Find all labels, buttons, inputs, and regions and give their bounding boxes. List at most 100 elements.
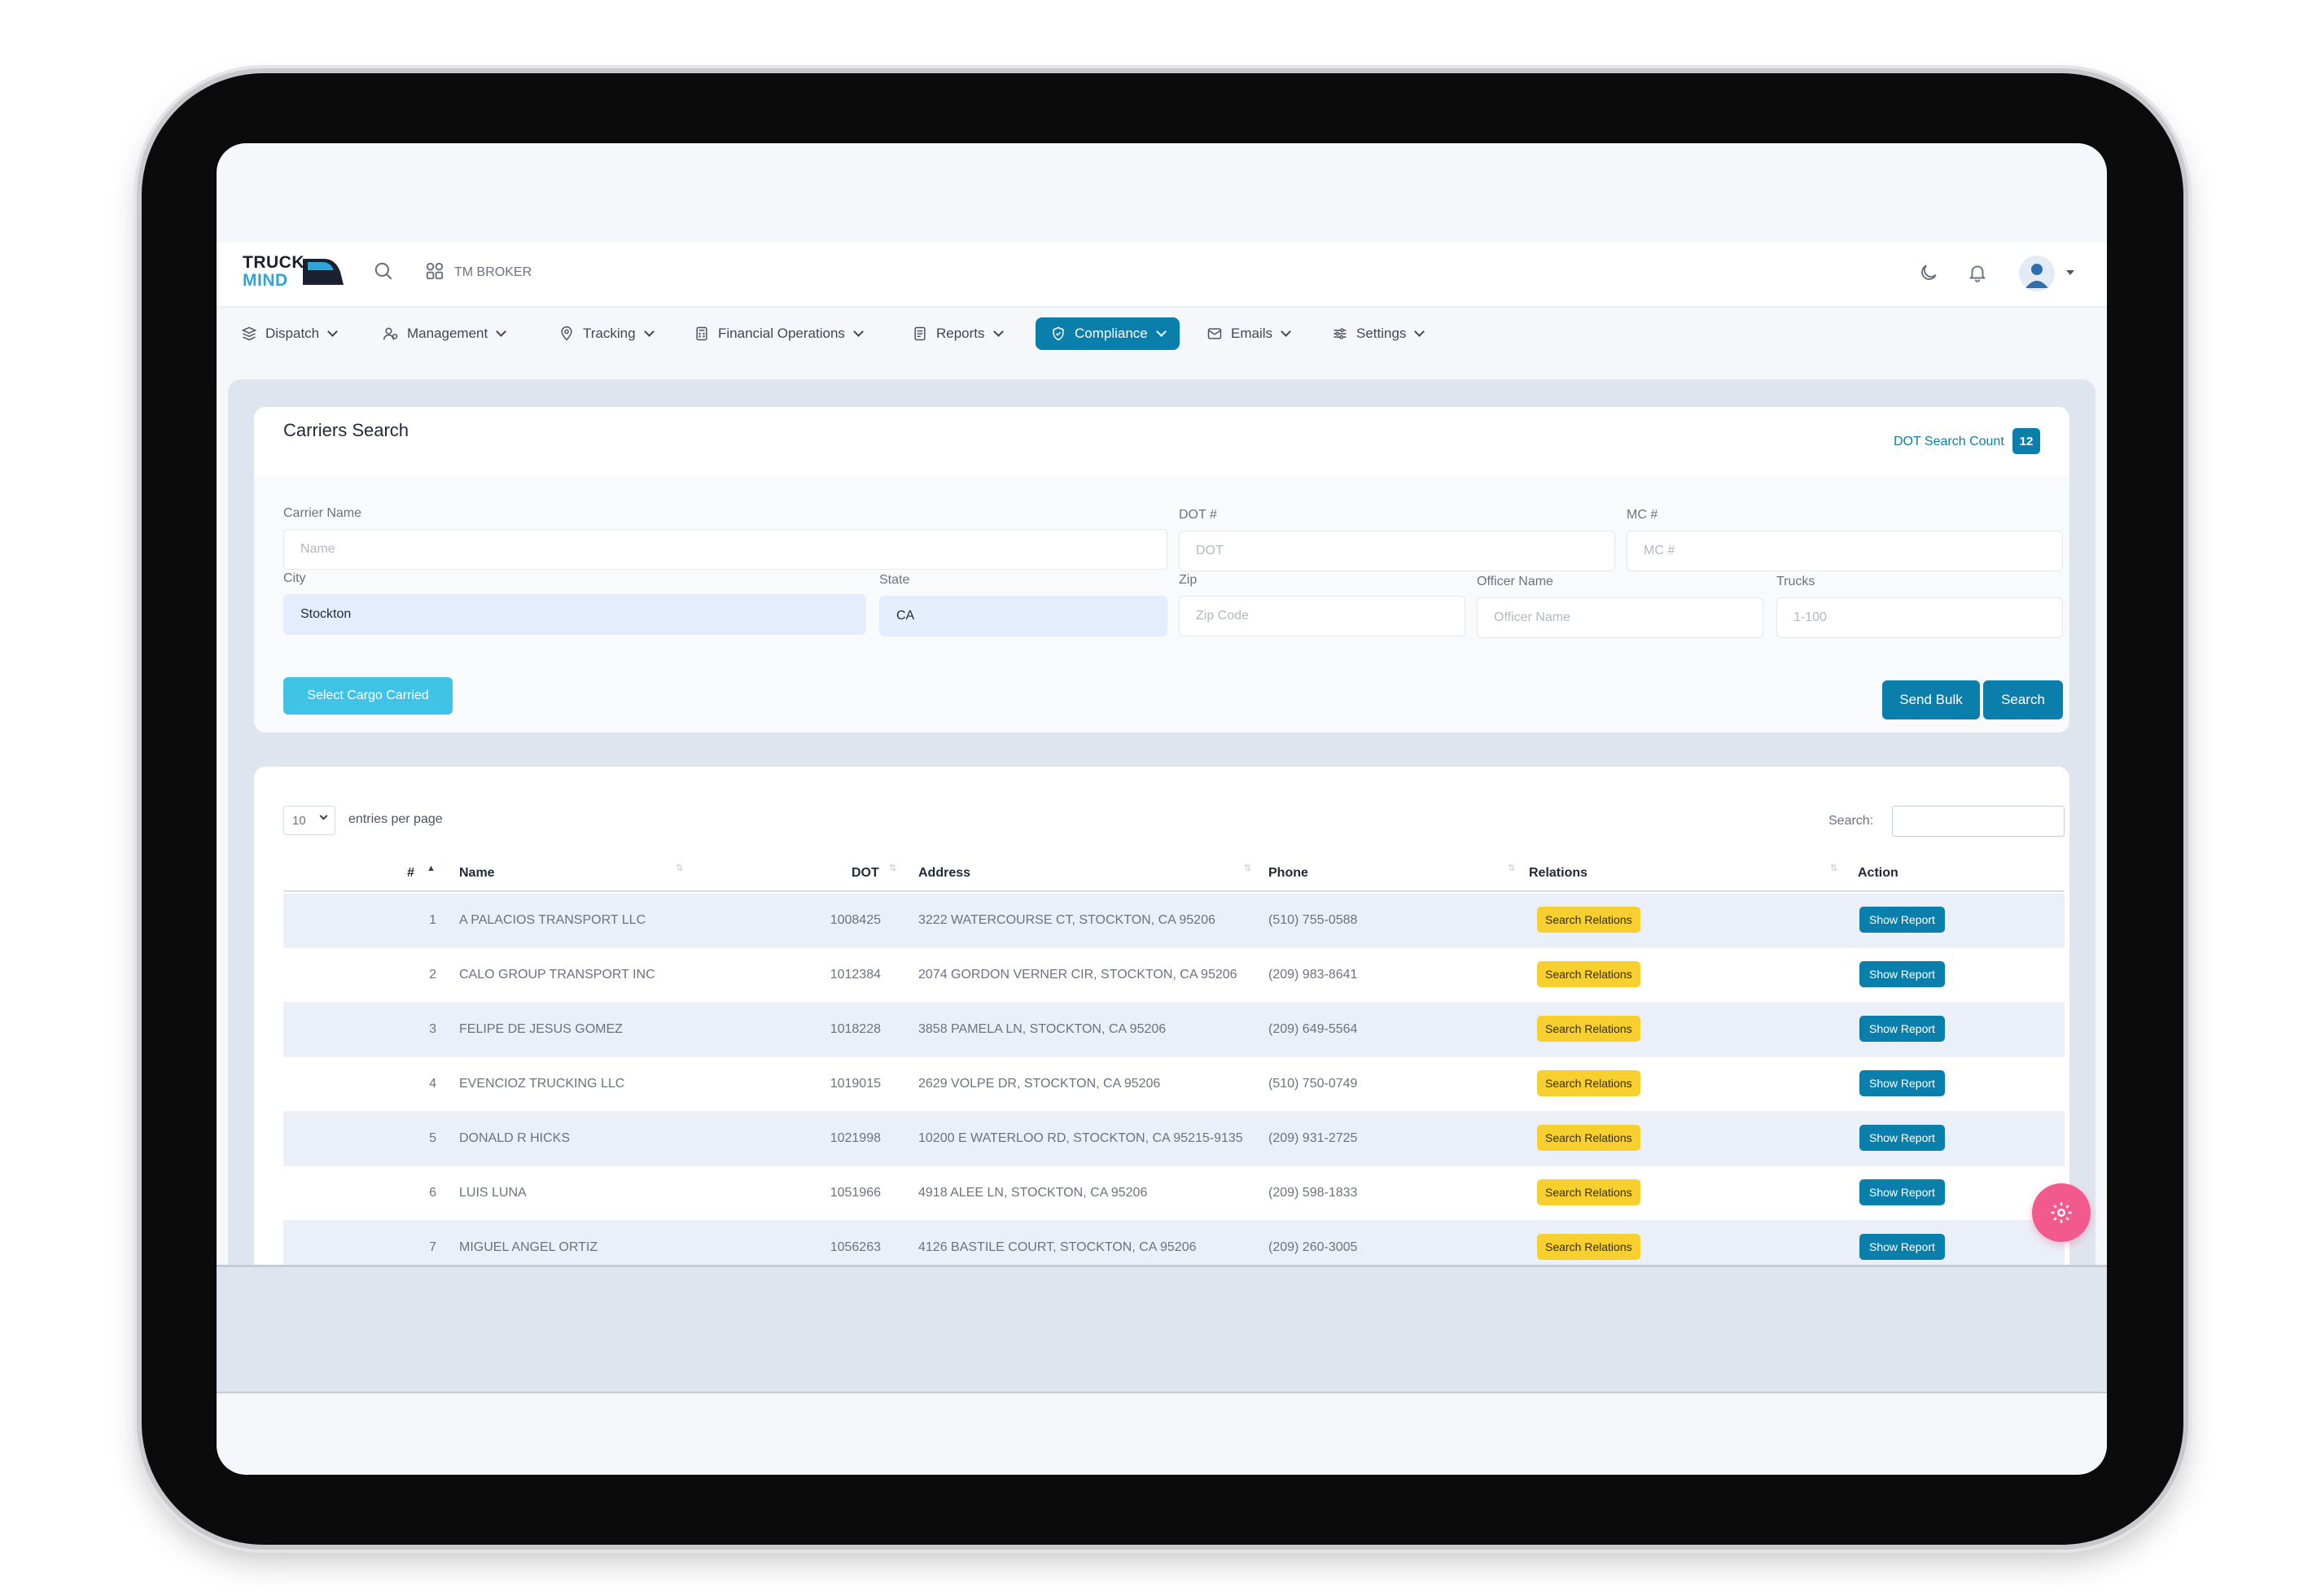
carrier-address: 2629 VOLPE DR, STOCKTON, CA 95206 <box>918 1077 1161 1091</box>
state-label: State <box>879 573 910 587</box>
settings-fab[interactable] <box>2032 1183 2091 1242</box>
carrier-name: FELIPE DE JESUS GOMEZ <box>459 1022 623 1036</box>
dispatch-icon <box>241 326 257 341</box>
shield-check-icon <box>1053 326 1064 341</box>
officer-name-input[interactable] <box>1477 597 1763 638</box>
user-menu-caret-icon[interactable] <box>2066 270 2074 275</box>
sort-dot-icon[interactable]: ⇅ <box>889 864 896 873</box>
nav-management[interactable]: Management <box>374 317 513 350</box>
show-report-button[interactable]: Show Report <box>1859 1179 1945 1205</box>
table-header: # ▲ Name ⇅ DOT ⇅ Address ⇅ Phone ⇅ Relat… <box>283 855 2065 892</box>
col-phone[interactable]: Phone <box>1268 866 1308 881</box>
row-number: 5 <box>429 1131 436 1145</box>
table-row: 1 A PALACIOS TRANSPORT LLC 1008425 3222 … <box>283 894 2065 948</box>
top-header: TRUCK MIND TM BROKER <box>217 243 2107 308</box>
carrier-dot: 1018228 <box>830 1022 881 1036</box>
main-nav: Dispatch Management Tracking Financial O… <box>217 309 2107 356</box>
broker-name[interactable]: TM BROKER <box>454 265 532 280</box>
dark-mode-icon[interactable] <box>1918 262 1939 287</box>
row-number: 1 <box>429 913 436 927</box>
nav-financial-operations[interactable]: Financial Operations <box>685 317 870 350</box>
dot-search-count-label: DOT Search Count <box>1894 435 2004 448</box>
card-header: Carriers Search DOT Search Count 12 <box>254 407 2069 475</box>
logo-text-top: TRUCK <box>243 253 304 272</box>
table-row: 2 CALO GROUP TRANSPORT INC 1012384 2074 … <box>283 948 2065 1003</box>
sort-address-icon[interactable]: ⇅ <box>1244 864 1251 873</box>
sort-asc-icon[interactable]: ▲ <box>427 864 436 873</box>
state-input[interactable] <box>879 596 1167 636</box>
nav-emails[interactable]: Emails <box>1198 317 1298 350</box>
carrier-address: 2074 GORDON VERNER CIR, STOCKTON, CA 952… <box>918 968 1237 982</box>
col-address[interactable]: Address <box>918 866 970 881</box>
send-bulk-button[interactable]: Send Bulk <box>1882 680 1980 719</box>
table-search-input[interactable] <box>1892 806 2065 837</box>
show-report-button[interactable]: Show Report <box>1859 1234 1945 1260</box>
nav-settings-label: Settings <box>1356 326 1407 341</box>
carrier-name: CALO GROUP TRANSPORT INC <box>459 968 655 982</box>
carrier-phone: (510) 750-0749 <box>1268 1077 1358 1091</box>
search-button[interactable]: Search <box>1983 680 2063 719</box>
zip-input[interactable] <box>1179 596 1465 636</box>
sort-relations-icon[interactable]: ⇅ <box>1830 864 1837 873</box>
col-number[interactable]: # <box>407 866 414 881</box>
table-row: 5 DONALD R HICKS 1021998 10200 E WATERLO… <box>283 1112 2065 1166</box>
carrier-name: LUIS LUNA <box>459 1186 527 1200</box>
user-avatar[interactable] <box>2019 256 2055 291</box>
entries-per-page-label: entries per page <box>348 812 443 826</box>
nav-reports[interactable]: Reports <box>904 317 1010 350</box>
carrier-name-input[interactable] <box>283 529 1167 570</box>
carriers-table-card: 10 entries per page Search: # ▲ Name ⇅ D… <box>254 767 2069 1288</box>
show-report-button[interactable]: Show Report <box>1859 1070 1945 1096</box>
show-report-button[interactable]: Show Report <box>1859 907 1945 933</box>
select-cargo-button[interactable]: Select Cargo Carried <box>283 677 453 715</box>
show-report-button[interactable]: Show Report <box>1859 1016 1945 1042</box>
company-switch-icon[interactable] <box>424 260 445 286</box>
nav-financial-label: Financial Operations <box>718 326 845 341</box>
mc-input[interactable] <box>1627 531 2063 571</box>
city-input[interactable] <box>283 594 866 635</box>
nav-settings[interactable]: Settings <box>1324 317 1431 350</box>
search-icon[interactable] <box>373 260 394 286</box>
table-search-label: Search: <box>1828 814 1874 828</box>
mc-label: MC # <box>1627 508 1658 522</box>
nav-emails-label: Emails <box>1231 326 1273 341</box>
col-name[interactable]: Name <box>459 866 495 881</box>
nav-compliance[interactable]: Compliance <box>1036 317 1180 350</box>
search-relations-button[interactable]: Search Relations <box>1537 1016 1640 1042</box>
table-row: 6 LUIS LUNA 1051966 4918 ALEE LN, STOCKT… <box>283 1166 2065 1221</box>
carrier-name: DONALD R HICKS <box>459 1131 571 1145</box>
screen-bottom-band <box>217 1265 2107 1393</box>
nav-dispatch[interactable]: Dispatch <box>233 317 344 350</box>
row-number: 2 <box>429 968 436 982</box>
col-relations[interactable]: Relations <box>1529 866 1587 881</box>
page-title: Carriers Search <box>283 420 409 440</box>
table-body: 1 A PALACIOS TRANSPORT LLC 1008425 3222 … <box>283 894 2065 1275</box>
carrier-address: 4126 BASTILE COURT, STOCKTON, CA 95206 <box>918 1240 1197 1254</box>
sort-name-icon[interactable]: ⇅ <box>676 864 683 873</box>
search-relations-button[interactable]: Search Relations <box>1537 961 1640 987</box>
show-report-button[interactable]: Show Report <box>1859 961 1945 987</box>
carrier-phone: (209) 260-3005 <box>1268 1240 1358 1254</box>
search-relations-button[interactable]: Search Relations <box>1537 1234 1640 1260</box>
col-dot[interactable]: DOT <box>852 866 879 881</box>
nav-management-label: Management <box>407 326 488 341</box>
page-size-value: 10 <box>292 813 306 828</box>
truckmind-logo[interactable]: TRUCK MIND <box>243 252 357 293</box>
notifications-bell-icon[interactable] <box>1967 262 1988 287</box>
show-report-button[interactable]: Show Report <box>1859 1125 1945 1151</box>
nav-tracking[interactable]: Tracking <box>550 317 661 350</box>
trucks-input[interactable] <box>1776 597 2063 638</box>
carrier-name: MIGUEL ANGEL ORTIZ <box>459 1240 598 1254</box>
nav-dispatch-label: Dispatch <box>265 326 320 341</box>
search-relations-button[interactable]: Search Relations <box>1537 1125 1640 1151</box>
search-relations-button[interactable]: Search Relations <box>1537 1179 1640 1205</box>
sort-phone-icon[interactable]: ⇅ <box>1508 864 1515 873</box>
search-relations-button[interactable]: Search Relations <box>1537 1070 1640 1096</box>
carrier-phone: (209) 649-5564 <box>1268 1022 1358 1036</box>
row-number: 4 <box>429 1077 436 1091</box>
search-relations-button[interactable]: Search Relations <box>1537 907 1640 933</box>
carrier-dot: 1056263 <box>830 1240 881 1254</box>
page-size-select[interactable]: 10 <box>283 806 335 835</box>
dot-search-count-badge: 12 <box>2012 428 2040 454</box>
dot-input[interactable] <box>1179 531 1615 571</box>
